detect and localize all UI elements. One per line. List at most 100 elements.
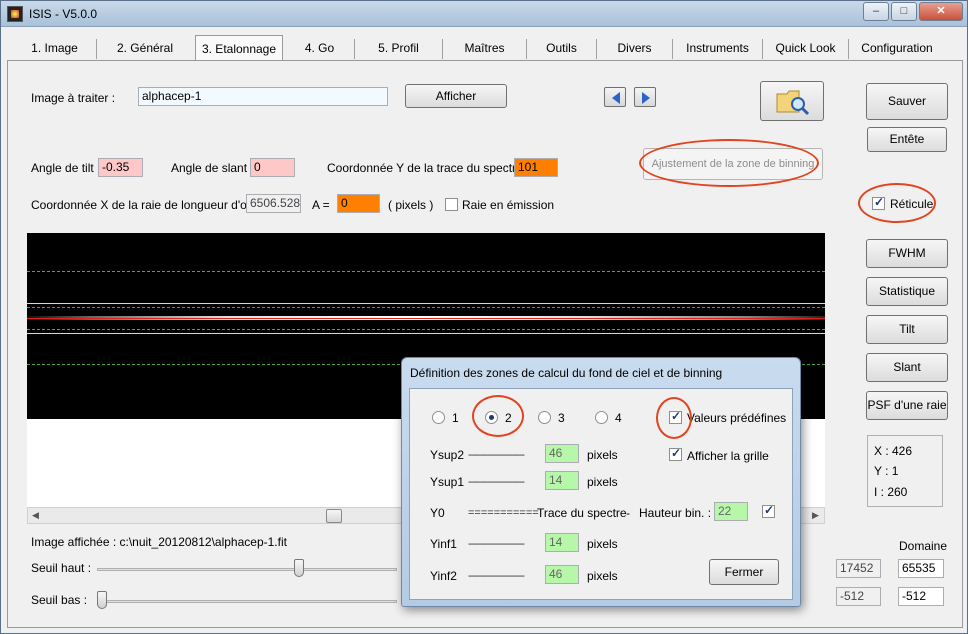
image-label: Image à traiter : bbox=[31, 91, 116, 105]
emission-checkbox[interactable] bbox=[445, 198, 458, 211]
next-button[interactable] bbox=[634, 87, 656, 107]
right-arrow-icon bbox=[642, 92, 650, 104]
yinf1-input[interactable]: 14 bbox=[545, 533, 579, 552]
wavelength-label: Coordonnée X de la raie de longueur d'on… bbox=[31, 198, 267, 212]
cursor-y: Y : 1 bbox=[874, 464, 899, 478]
slant-input[interactable]: 0 bbox=[250, 158, 295, 177]
scroll-left-icon[interactable]: ◀ bbox=[32, 510, 39, 521]
yinf2-label: Yinf2 bbox=[430, 569, 457, 583]
wavelength-input[interactable]: 6506.528 bbox=[246, 194, 301, 213]
tab-bar: 1. Image 2. Général 3. Etalonnage 4. Go … bbox=[7, 35, 963, 61]
bin-height-label: Hauteur bin. : bbox=[639, 506, 712, 520]
y0-label: Y0 bbox=[430, 506, 445, 520]
yinf1-unit: pixels bbox=[587, 537, 618, 551]
psf-button[interactable]: PSF d'une raie bbox=[866, 391, 948, 420]
bin-height-input[interactable]: 22 bbox=[714, 502, 748, 521]
tilt-input[interactable]: -0.35 bbox=[98, 158, 143, 177]
radio-option-3[interactable] bbox=[538, 411, 551, 424]
header-button[interactable]: Entête bbox=[867, 127, 947, 152]
slant-button[interactable]: Slant bbox=[866, 353, 948, 382]
cursor-info: X : 426 Y : 1 I : 260 bbox=[867, 435, 943, 507]
image-input[interactable]: alphacep-1 bbox=[138, 87, 388, 106]
tilt-label: Angle de tilt : bbox=[31, 161, 101, 175]
a-input[interactable]: 0 bbox=[337, 194, 380, 213]
close-button[interactable]: ✕ bbox=[919, 2, 963, 21]
reticule-label: Réticule bbox=[890, 197, 934, 211]
tab-maitres[interactable]: Maîtres bbox=[443, 39, 527, 59]
bin-height-checkbox[interactable] bbox=[762, 503, 775, 518]
pixels-label: ( pixels ) bbox=[388, 198, 434, 212]
dash-line: --------------------- bbox=[468, 476, 525, 488]
tab-quick-look[interactable]: Quick Look bbox=[763, 39, 849, 59]
open-folder-button[interactable] bbox=[760, 81, 824, 121]
trace-dash: - bbox=[626, 506, 630, 520]
reticule-checkbox[interactable] bbox=[872, 195, 885, 210]
close-dialog-button[interactable]: Fermer bbox=[709, 559, 779, 585]
show-button[interactable]: Afficher bbox=[405, 84, 507, 108]
radio-label-2: 2 bbox=[505, 411, 512, 425]
save-button[interactable]: Sauver bbox=[866, 83, 948, 120]
binning-line bbox=[27, 333, 825, 334]
app-icon bbox=[7, 6, 23, 22]
tab-configuration[interactable]: Configuration bbox=[849, 39, 945, 59]
high-value-field[interactable]: 17452 bbox=[836, 559, 881, 578]
ysup2-unit: pixels bbox=[587, 448, 618, 462]
ytrace-label: Coordonnée Y de la trace du spectre : bbox=[327, 161, 530, 175]
minimize-button[interactable]: – bbox=[863, 2, 889, 21]
radio-option-1[interactable] bbox=[432, 411, 445, 424]
predefined-values-checkbox[interactable] bbox=[669, 409, 682, 424]
radio-label-4: 4 bbox=[615, 411, 622, 425]
statistics-button[interactable]: Statistique bbox=[866, 277, 948, 306]
ytrace-input[interactable]: 101 bbox=[514, 158, 558, 177]
ysup2-input[interactable]: 46 bbox=[545, 444, 579, 463]
dash-line: --------------------- bbox=[468, 449, 525, 461]
ysup1-input[interactable]: 14 bbox=[545, 471, 579, 490]
prev-button[interactable] bbox=[604, 87, 626, 107]
radio-option-4[interactable] bbox=[595, 411, 608, 424]
dash-line: --------------------- bbox=[468, 570, 525, 582]
low-threshold-track[interactable] bbox=[97, 600, 397, 603]
tab-instruments[interactable]: Instruments bbox=[673, 39, 763, 59]
radio-option-2[interactable] bbox=[485, 411, 498, 424]
trace-line bbox=[27, 318, 825, 319]
cursor-x: X : 426 bbox=[874, 444, 913, 458]
radio-label-3: 3 bbox=[558, 411, 565, 425]
radio-label-1: 1 bbox=[452, 411, 459, 425]
tab-go[interactable]: 4. Go bbox=[285, 39, 355, 59]
displayed-image-label: Image affichée : c:\nuit_20120812\alphac… bbox=[31, 535, 287, 549]
high-threshold-track[interactable] bbox=[97, 568, 397, 571]
yinf1-label: Yinf1 bbox=[430, 537, 457, 551]
cursor-intensity: I : 260 bbox=[874, 485, 908, 499]
trace-label: Trace du spectre bbox=[537, 506, 627, 520]
annotation-circle bbox=[472, 395, 524, 437]
maximize-button[interactable]: □ bbox=[891, 2, 917, 21]
show-grid-label: Afficher la grille bbox=[687, 449, 769, 463]
sky-zone-line bbox=[27, 271, 825, 272]
emission-label: Raie en émission bbox=[462, 198, 555, 212]
scroll-right-icon[interactable]: ▶ bbox=[812, 510, 819, 521]
left-arrow-icon bbox=[612, 92, 620, 104]
dialog-body: 1 2 3 4 Valeurs prédéfines Afficher la g… bbox=[409, 388, 793, 600]
domain-low-input[interactable]: -512 bbox=[898, 587, 944, 606]
domain-high-input[interactable]: 65535 bbox=[898, 559, 944, 578]
tab-etalonnage[interactable]: 3. Etalonnage bbox=[195, 35, 283, 61]
domain-label: Domaine bbox=[899, 539, 948, 553]
tilt-button[interactable]: Tilt bbox=[866, 315, 948, 344]
high-threshold-slider[interactable] bbox=[294, 559, 304, 577]
binning-adjust-button[interactable]: Ajustement de la zone de binning bbox=[643, 148, 823, 180]
fwhm-button[interactable]: FWHM bbox=[866, 239, 948, 268]
binning-zones-dialog: Définition des zones de calcul du fond d… bbox=[401, 357, 801, 607]
low-value-field[interactable]: -512 bbox=[836, 587, 881, 606]
tab-outils[interactable]: Outils bbox=[527, 39, 597, 59]
low-threshold-label: Seuil bas : bbox=[31, 593, 88, 607]
show-grid-checkbox[interactable] bbox=[669, 446, 682, 461]
yinf2-input[interactable]: 46 bbox=[545, 565, 579, 584]
yinf2-unit: pixels bbox=[587, 569, 618, 583]
tab-divers[interactable]: Divers bbox=[597, 39, 673, 59]
sky-zone-line bbox=[27, 329, 825, 330]
tab-general[interactable]: 2. Général bbox=[97, 39, 193, 59]
low-threshold-slider[interactable] bbox=[97, 591, 107, 609]
scroll-thumb[interactable] bbox=[326, 509, 342, 523]
tab-profil[interactable]: 5. Profil bbox=[355, 39, 443, 59]
tab-image[interactable]: 1. Image bbox=[13, 39, 97, 59]
